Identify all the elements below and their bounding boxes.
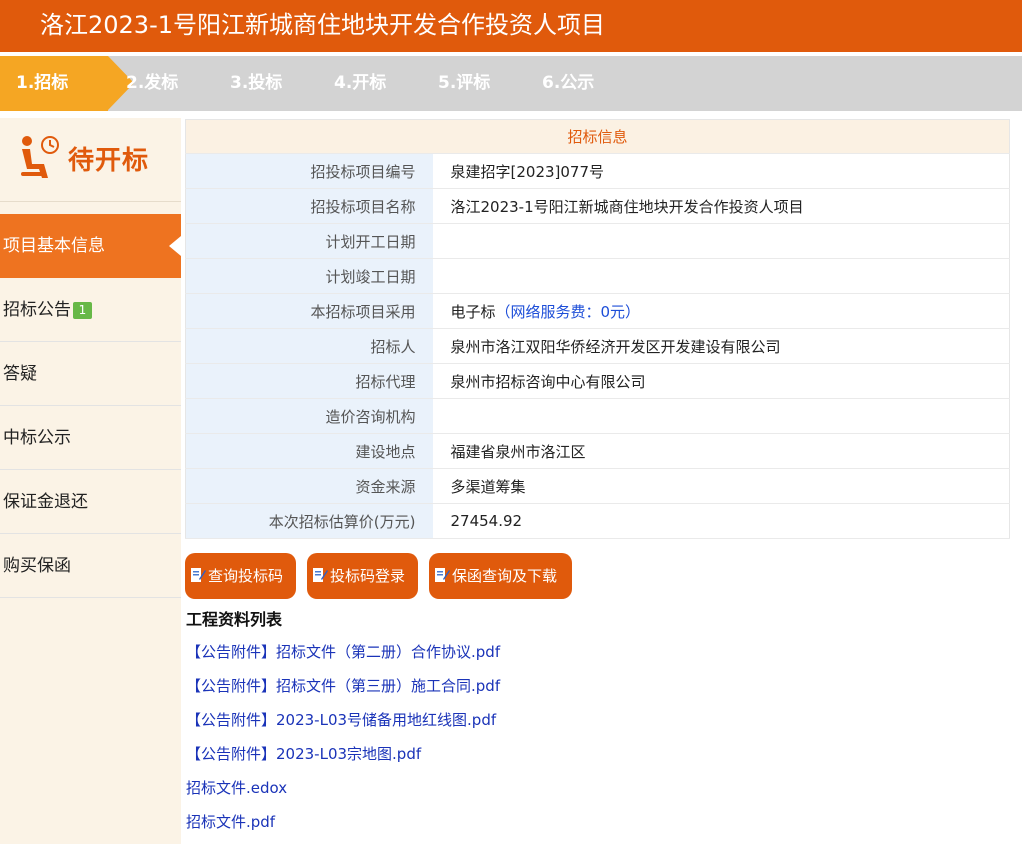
table-row: 计划开工日期: [185, 223, 1010, 259]
button-label: 投标码登录: [330, 567, 406, 585]
tender-info-table: 招标信息 招投标项目编号 泉建招字[2023]077号 招投标项目名称 洛江20…: [185, 119, 1010, 539]
sidebar-item-label: 中标公示: [3, 428, 71, 448]
row-value: 福建省泉州市洛江区: [432, 433, 1010, 469]
row-value: 洛江2023-1号阳江新城商住地块开发合作投资人项目: [432, 188, 1010, 224]
sidebar-item-buy-guarantee[interactable]: 购买保函: [0, 534, 181, 598]
sidebar-item-award-notice[interactable]: 中标公示: [0, 406, 181, 470]
row-label: 建设地点: [185, 433, 433, 469]
sidebar-item-announcement[interactable]: 招标公告 1: [0, 278, 181, 342]
row-label: 计划开工日期: [185, 223, 433, 259]
table-row: 招标代理 泉州市招标咨询中心有限公司: [185, 363, 1010, 399]
table-row: 建设地点 福建省泉州市洛江区: [185, 433, 1010, 469]
sidebar-item-label: 项目基本信息: [3, 236, 105, 256]
status-label: 待开标: [68, 146, 150, 176]
step-evaluate[interactable]: 5.评标: [438, 56, 490, 111]
table-row: 招投标项目名称 洛江2023-1号阳江新城商住地块开发合作投资人项目: [185, 188, 1010, 224]
waiting-person-icon: [21, 136, 59, 178]
file-link[interactable]: 招标文件.edox: [186, 777, 287, 798]
step-issue[interactable]: 2.发标: [126, 56, 178, 111]
page-header: 洛江2023-1号阳江新城商住地块开发合作投资人项目: [0, 0, 1022, 52]
file-link[interactable]: 【公告附件】招标文件（第三册）施工合同.pdf: [186, 675, 500, 696]
step-open[interactable]: 4.开标: [334, 56, 386, 111]
row-label: 招投标项目编号: [185, 153, 433, 189]
row-value: 泉建招字[2023]077号: [432, 153, 1010, 189]
bid-type-value: 电子标: [450, 302, 496, 321]
status-box: 待开标: [0, 118, 181, 202]
file-link[interactable]: 【公告附件】2023-L03宗地图.pdf: [186, 743, 421, 764]
sidebar-item-deposit-refund[interactable]: 保证金退还: [0, 470, 181, 534]
row-label: 造价咨询机构: [185, 398, 433, 434]
count-badge: 1: [73, 302, 92, 319]
sidebar-item-label: 答疑: [3, 364, 37, 384]
table-row: 资金来源 多渠道筹集: [185, 468, 1010, 504]
file-link[interactable]: 招标文件.pdf: [186, 811, 275, 832]
step-bid[interactable]: 3.投标: [230, 56, 282, 111]
table-row: 本次招标估算价(万元) 27454.92: [185, 503, 1010, 539]
row-label: 资金来源: [185, 468, 433, 504]
row-value: 多渠道筹集: [432, 468, 1010, 504]
row-label: 招投标项目名称: [185, 188, 433, 224]
row-value: [432, 223, 1010, 259]
edit-document-icon: [191, 568, 206, 582]
service-fee-note: （网络服务费：0元）: [495, 302, 641, 321]
row-value: 泉州市招标咨询中心有限公司: [432, 363, 1010, 399]
file-link[interactable]: 【公告附件】招标文件（第二册）合作协议.pdf: [186, 641, 500, 662]
table-row: 造价咨询机构: [185, 398, 1010, 434]
bid-code-login-button[interactable]: 投标码登录: [307, 553, 418, 599]
row-label: 招标代理: [185, 363, 433, 399]
sidebar-item-basic-info[interactable]: 项目基本信息: [0, 214, 181, 278]
table-heading: 招标信息: [185, 119, 1010, 154]
row-value: 泉州市洛江双阳华侨经济开发区开发建设有限公司: [432, 328, 1010, 364]
step-publicity[interactable]: 6.公示: [542, 56, 594, 111]
table-row: 计划竣工日期: [185, 258, 1010, 294]
table-row: 招标人 泉州市洛江双阳华侨经济开发区开发建设有限公司: [185, 328, 1010, 364]
sidebar-item-label: 保证金退还: [3, 492, 88, 512]
step-tender[interactable]: 1.招标: [0, 56, 134, 111]
button-label: 保函查询及下载: [452, 567, 558, 585]
sidebar-item-label: 招标公告: [3, 300, 71, 320]
row-label: 本招标项目采用: [185, 293, 433, 329]
sidebar-item-qa[interactable]: 答疑: [0, 342, 181, 406]
row-value: [432, 398, 1010, 434]
row-label: 本次招标估算价(万元): [185, 503, 433, 539]
sidebar: 待开标 项目基本信息 招标公告 1 答疑 中标公示 保证金退还 购买保函: [0, 118, 181, 844]
row-value: 电子标（网络服务费：0元）: [432, 293, 1010, 329]
table-row: 招投标项目编号 泉建招字[2023]077号: [185, 153, 1010, 189]
progress-steps: 1.招标 2.发标 3.投标 4.开标 5.评标 6.公示: [0, 56, 1022, 111]
edit-document-icon: [435, 568, 450, 582]
edit-document-icon: [313, 568, 328, 582]
file-list-title: 工程资料列表: [186, 610, 283, 629]
row-value: 27454.92: [432, 503, 1010, 539]
file-link[interactable]: 【公告附件】2023-L03号储备用地红线图.pdf: [186, 709, 496, 730]
row-value: [432, 258, 1010, 294]
table-row: 本招标项目采用 电子标（网络服务费：0元）: [185, 293, 1010, 329]
sidebar-item-label: 购买保函: [3, 556, 71, 576]
query-bid-code-button[interactable]: 查询投标码: [185, 553, 296, 599]
row-label: 招标人: [185, 328, 433, 364]
button-label: 查询投标码: [208, 567, 284, 585]
row-label: 计划竣工日期: [185, 258, 433, 294]
guarantee-query-download-button[interactable]: 保函查询及下载: [429, 553, 572, 599]
project-title: 洛江2023-1号阳江新城商住地块开发合作投资人项目: [40, 11, 606, 39]
